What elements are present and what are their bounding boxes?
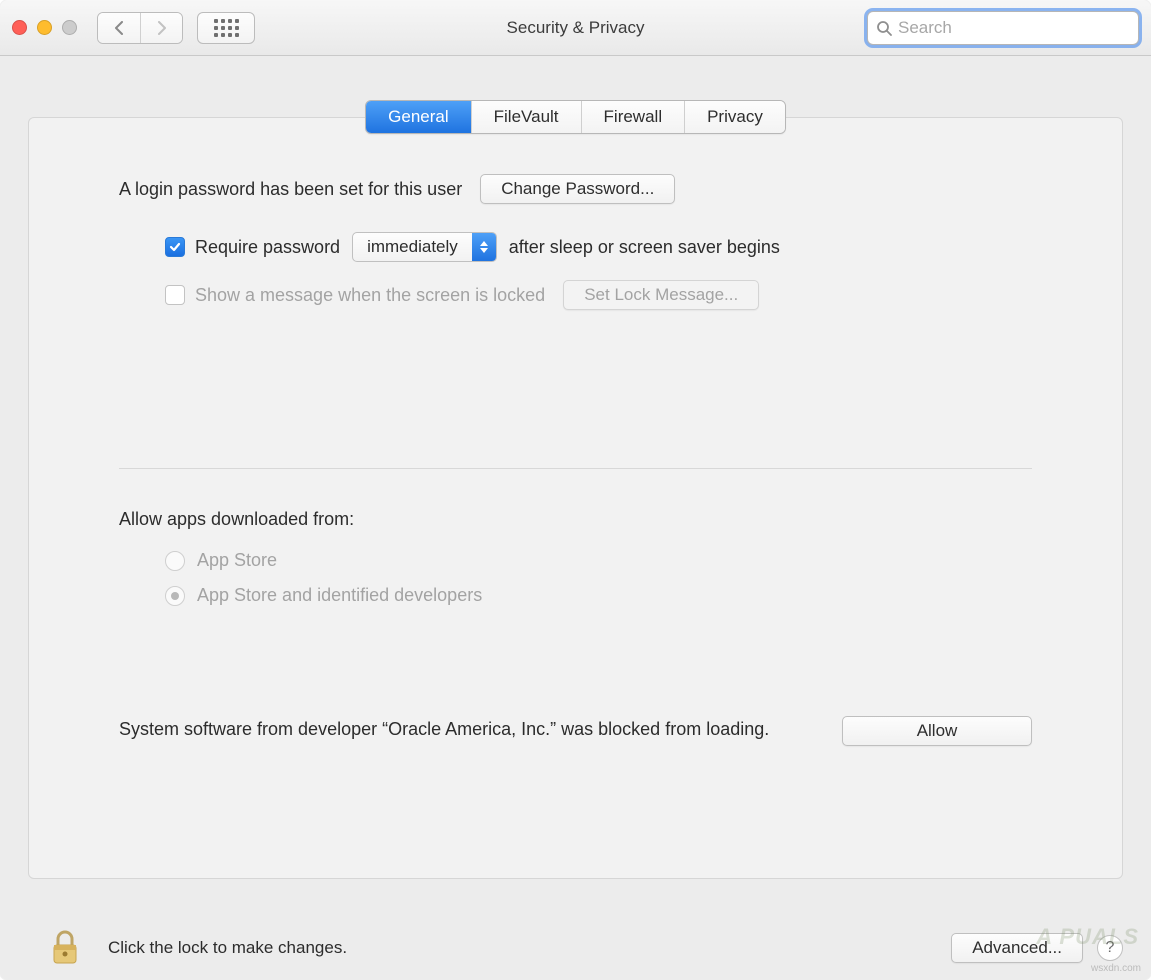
- search-input[interactable]: [898, 18, 1130, 38]
- allow-button[interactable]: Allow: [842, 716, 1032, 746]
- set-lock-message-button: Set Lock Message...: [563, 280, 759, 310]
- radio-identified-developers-label: App Store and identified developers: [197, 585, 482, 606]
- login-password-status: A login password has been set for this u…: [119, 179, 462, 200]
- radio-identified-developers: [165, 586, 185, 606]
- tab-filevault[interactable]: FileVault: [471, 101, 581, 133]
- titlebar: Security & Privacy: [0, 0, 1151, 56]
- chevron-left-icon: [114, 21, 124, 35]
- check-icon: [168, 240, 182, 254]
- tab-firewall[interactable]: Firewall: [581, 101, 685, 133]
- tab-general[interactable]: General: [366, 101, 470, 133]
- radio-app-store: [165, 551, 185, 571]
- require-password-label: Require password: [195, 237, 340, 258]
- lock-button[interactable]: [50, 929, 80, 967]
- panel-divider: [119, 468, 1032, 469]
- after-sleep-label: after sleep or screen saver begins: [509, 237, 780, 258]
- advanced-button[interactable]: Advanced...: [951, 933, 1083, 963]
- content-area: General FileVault Firewall Privacy A log…: [0, 56, 1151, 879]
- stepper-icon: [472, 233, 496, 261]
- window-controls: [12, 20, 77, 35]
- forward-button[interactable]: [140, 13, 182, 43]
- delay-selected-value: immediately: [353, 237, 472, 257]
- change-password-button[interactable]: Change Password...: [480, 174, 675, 204]
- grid-icon: [214, 19, 239, 37]
- require-password-delay-select[interactable]: immediately: [352, 232, 497, 262]
- nav-buttons: [97, 12, 183, 44]
- lock-hint-text: Click the lock to make changes.: [108, 938, 347, 958]
- radio-app-store-label: App Store: [197, 550, 277, 571]
- footer: Click the lock to make changes. Advanced…: [0, 916, 1151, 980]
- chevron-right-icon: [157, 21, 167, 35]
- blocked-software-message: System software from developer “Oracle A…: [119, 716, 769, 742]
- lock-icon: [50, 929, 80, 967]
- preferences-window: Security & Privacy General FileVault Fir…: [0, 0, 1151, 980]
- tab-privacy[interactable]: Privacy: [684, 101, 785, 133]
- search-field[interactable]: [867, 11, 1139, 45]
- search-icon: [876, 20, 892, 36]
- tab-bar: General FileVault Firewall Privacy: [28, 100, 1123, 134]
- require-password-checkbox[interactable]: [165, 237, 185, 257]
- general-panel: A login password has been set for this u…: [28, 117, 1123, 879]
- gatekeeper-section-label: Allow apps downloaded from:: [119, 509, 1032, 530]
- help-button[interactable]: ?: [1097, 935, 1123, 961]
- back-button[interactable]: [98, 13, 140, 43]
- zoom-window-button[interactable]: [62, 20, 77, 35]
- show-lock-message-label: Show a message when the screen is locked: [195, 285, 545, 306]
- show-lock-message-checkbox[interactable]: [165, 285, 185, 305]
- show-all-button[interactable]: [197, 12, 255, 44]
- close-window-button[interactable]: [12, 20, 27, 35]
- minimize-window-button[interactable]: [37, 20, 52, 35]
